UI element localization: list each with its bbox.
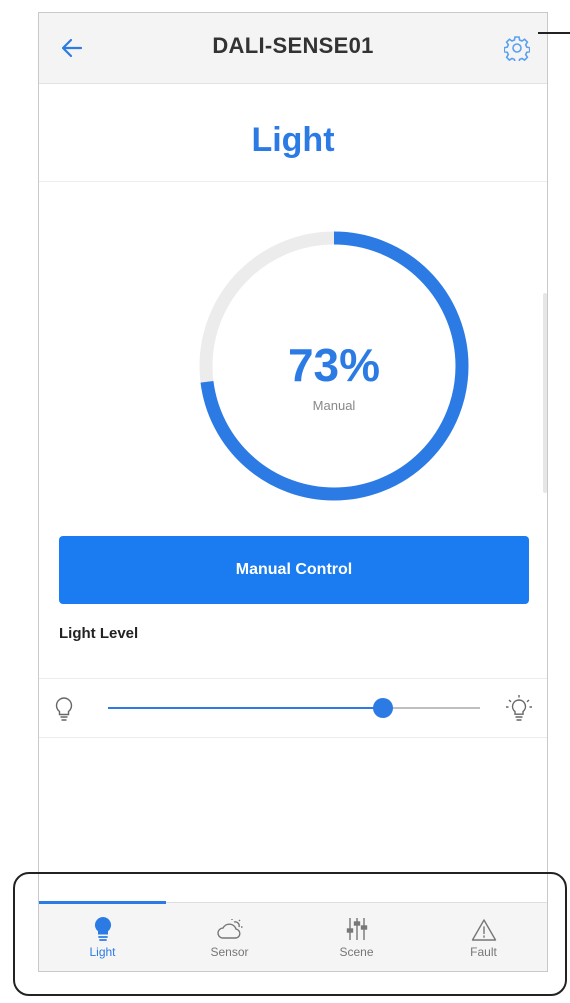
bulb-off-icon	[55, 697, 73, 721]
scrollbar[interactable]	[543, 293, 547, 493]
app-screen: DALI-SENSE01 Light 73% Manual Manual Con…	[38, 12, 548, 972]
divider	[39, 181, 547, 182]
light-level-slider-row	[39, 678, 547, 738]
gauge-percentage: 73%	[287, 339, 381, 391]
device-title: DALI-SENSE01	[212, 33, 374, 58]
gauge-mode-label: Manual	[312, 398, 356, 413]
annotation-callout-line	[538, 32, 570, 34]
light-level-label: Light Level	[59, 625, 139, 642]
settings-button[interactable]	[501, 32, 533, 64]
slider-thumb[interactable]	[373, 698, 394, 718]
manual-control-button[interactable]: Manual Control	[59, 536, 529, 604]
slider-fill	[108, 707, 384, 709]
page-title: Light	[251, 121, 335, 159]
annotation-callout-box	[13, 872, 567, 996]
slider-track[interactable]	[108, 698, 480, 718]
gear-icon	[504, 36, 530, 61]
light-level-gauge: 73% Manual	[196, 228, 472, 504]
bulb-on-icon	[506, 695, 532, 721]
top-app-bar: DALI-SENSE01	[39, 13, 547, 84]
